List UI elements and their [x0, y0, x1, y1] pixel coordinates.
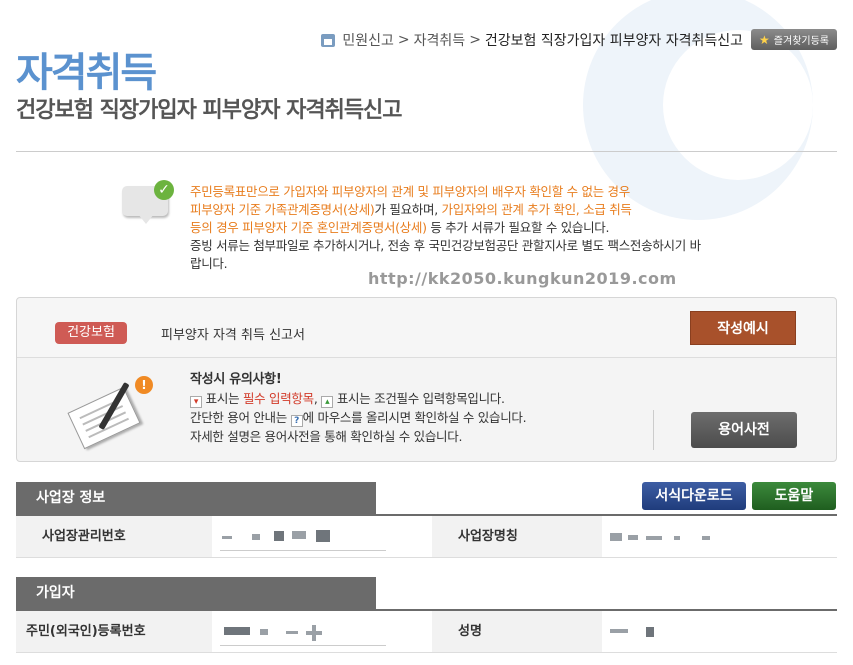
document-pen-warning-icon: !: [65, 376, 155, 450]
glossary-button[interactable]: 용어사전: [691, 412, 797, 448]
form-name: 피부양자 자격 취득 신고서: [161, 328, 305, 343]
background-watermark-graphic: [583, 0, 813, 220]
caution-line-2-a: 간단한 용어 안내는: [190, 410, 291, 425]
notice-extra-check: 가입자와의 관계 추가 확인, 소급 취득: [441, 202, 632, 217]
form-download-button[interactable]: 서식다운로드: [642, 482, 746, 510]
name-label: 성명: [432, 611, 602, 652]
star-icon: ★: [759, 32, 770, 47]
caution-line-1-c: 표시는 조건필수 입력항목입니다.: [333, 391, 505, 406]
workplace-name-field[interactable]: [602, 516, 837, 557]
workplace-mgmt-no-field[interactable]: [212, 516, 432, 557]
rrn-label: 주민(외국인)등록번호: [16, 611, 212, 652]
breadcrumb-current: 건강보험 직장가입자 피부양자 자격취득신고: [484, 33, 743, 49]
caution-line-1-a: 표시는: [202, 391, 243, 406]
health-insurance-tag: 건강보험: [55, 322, 127, 344]
caution-line-3: 자세한 설명은 용어사전을 통해 확인하실 수 있습니다.: [190, 429, 463, 444]
notice-family-cert: 피부양자 기준 가족관계증명서(상세): [190, 202, 375, 217]
workplace-name-label: 사업장명칭: [432, 516, 602, 557]
breadcrumb-separator: >: [469, 32, 481, 48]
caution-text: 작성시 유의사항! ▾ 표시는 필수 입력항목, ▴ 표시는 조건필수 입력항목…: [190, 370, 527, 446]
conditional-mark-icon: ▴: [321, 396, 334, 408]
section-header-subscriber: 가입자: [16, 577, 376, 609]
add-favorite-label: 즐겨찾기등록: [773, 36, 829, 47]
notice-check-icon: ✓: [122, 180, 174, 224]
breadcrumb-item-qualification[interactable]: 자격취득: [414, 30, 466, 50]
breadcrumb: 민원신고 > 자격취득 > 건강보험 직장가입자 피부양자 자격취득신고: [321, 30, 743, 50]
notice-line-4: 증빙 서류는 첨부파일로 추가하시거나, 전송 후 국민건강보험공단 관할지사로…: [190, 238, 701, 253]
section-header-workplace: 사업장 정보: [16, 482, 376, 514]
form-info-panel: 건강보험 피부양자 자격 취득 신고서 작성예시 ! 작성시 유의사항! ▾ 표…: [16, 297, 837, 462]
add-favorite-button[interactable]: ★ 즐겨찾기등록: [751, 29, 837, 50]
caution-line-1-b: ,: [313, 391, 322, 406]
watermark-url-text: http://kk2050.kungkun2019.com: [368, 269, 677, 288]
divider: [16, 151, 837, 152]
breadcrumb-separator: >: [397, 32, 410, 48]
workplace-mgmt-no-label: 사업장관리번호: [16, 516, 212, 557]
notice-marriage-cert: 등의 경우 피부양자 기준 혼인관계증명서(상세): [190, 220, 427, 235]
workplace-info-row: 사업장관리번호 사업장명칭: [16, 516, 837, 558]
help-button[interactable]: 도움말: [752, 482, 836, 510]
caution-heading: 작성시 유의사항!: [190, 372, 282, 387]
subscriber-info-row: 주민(외국인)등록번호 성명: [16, 611, 837, 653]
name-field[interactable]: [602, 611, 837, 652]
required-field-text: 필수 입력항목: [242, 391, 314, 406]
notice-line-2-text: 가 필요하며,: [374, 202, 442, 217]
notice-line-1: 주민등록표만으로 가입자와 피부양자의 관계 및 피부양자의 배우자 확인할 수…: [190, 184, 630, 199]
notice-text: 주민등록표만으로 가입자와 피부양자의 관계 및 피부양자의 배우자 확인할 수…: [190, 183, 840, 273]
required-mark-icon: ▾: [190, 396, 202, 408]
notice-line-3-text: 등 추가 서류가 필요할 수 있습니다.: [426, 220, 610, 235]
page-title: 자격취득: [16, 50, 157, 96]
divider: [653, 410, 654, 450]
form-title-bar: 건강보험 피부양자 자격 취득 신고서 작성예시: [17, 298, 836, 358]
home-icon[interactable]: [321, 33, 336, 47]
page-subtitle: 건강보험 직장가입자 피부양자 자격취득신고: [16, 98, 403, 123]
rrn-field[interactable]: [212, 611, 432, 652]
caution-line-2-b: 에 마우스를 올리시면 확인하실 수 있습니다.: [302, 410, 527, 425]
example-button[interactable]: 작성예시: [690, 311, 796, 345]
breadcrumb-item-civil[interactable]: 민원신고: [342, 30, 394, 50]
help-question-icon: ?: [290, 415, 303, 427]
